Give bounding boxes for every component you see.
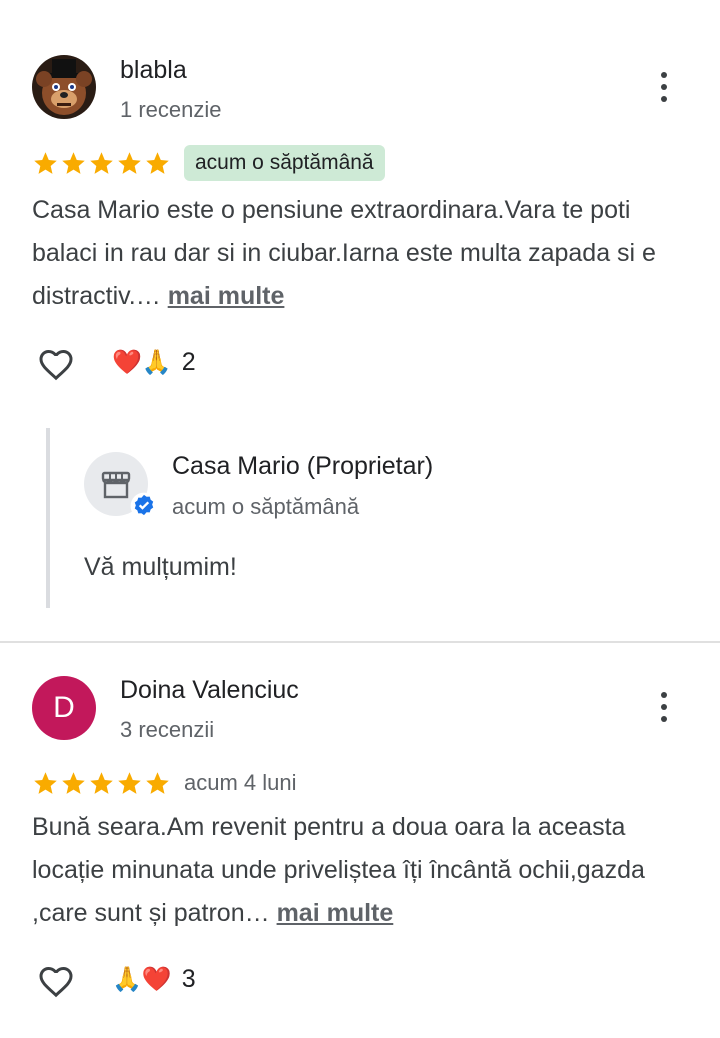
review-count: 1 recenzie bbox=[120, 97, 222, 122]
more-vert-icon bbox=[661, 72, 667, 78]
review-date: acum o săptămână bbox=[184, 145, 385, 181]
review-text-body: Casa Mario este o pensiune extraordinara… bbox=[32, 196, 656, 310]
star-icon bbox=[34, 152, 57, 174]
more-vert-icon bbox=[661, 692, 667, 698]
owner-reply-date: acum o săptămână bbox=[172, 494, 360, 519]
verified-badge-icon bbox=[130, 492, 158, 520]
review-text: Casa Mario este o pensiune extraordinara… bbox=[32, 189, 692, 318]
avatar[interactable]: D bbox=[32, 676, 96, 740]
star-icon bbox=[146, 152, 169, 174]
star-icon bbox=[90, 152, 113, 174]
author-name[interactable]: blabla bbox=[120, 56, 187, 85]
star-icon bbox=[62, 772, 85, 794]
like-heart-icon[interactable] bbox=[36, 344, 76, 384]
reactions[interactable]: 🙏❤️ 3 bbox=[112, 965, 196, 994]
star-icon bbox=[34, 772, 57, 794]
review-count: 3 recenzii bbox=[120, 717, 215, 742]
star-icon bbox=[62, 152, 85, 174]
star-icon bbox=[146, 772, 169, 794]
star-icon bbox=[90, 772, 113, 794]
read-more-link[interactable]: mai multe bbox=[168, 282, 285, 310]
reaction-emojis: ❤️🙏 bbox=[112, 349, 172, 376]
reaction-count: 3 bbox=[181, 965, 196, 993]
reaction-emojis: 🙏❤️ bbox=[112, 966, 172, 993]
more-options-button[interactable] bbox=[648, 67, 680, 107]
star-rating bbox=[32, 150, 171, 177]
star-rating bbox=[32, 770, 171, 797]
review-divider bbox=[0, 641, 720, 643]
avatar-letter: D bbox=[53, 691, 75, 724]
reply-indent-bar bbox=[46, 428, 50, 608]
star-icon bbox=[118, 772, 141, 794]
owner-name: Casa Mario (Proprietar) bbox=[172, 452, 434, 480]
bear-avatar-icon bbox=[32, 55, 96, 119]
owner-reply-text: Vă mulțumim! bbox=[84, 553, 237, 581]
read-more-link[interactable]: mai multe bbox=[277, 899, 394, 927]
star-icon bbox=[118, 152, 141, 174]
avatar[interactable] bbox=[32, 55, 96, 119]
more-options-button[interactable] bbox=[648, 687, 680, 727]
reactions[interactable]: ❤️🙏 2 bbox=[112, 348, 196, 377]
author-name[interactable]: Doina Valenciuc bbox=[120, 676, 299, 705]
review-date: acum 4 luni bbox=[184, 770, 297, 795]
reaction-count: 2 bbox=[181, 348, 196, 376]
review-text: Bună seara.Am revenit pentru a doua oara… bbox=[32, 806, 692, 935]
like-heart-icon[interactable] bbox=[36, 961, 76, 1001]
